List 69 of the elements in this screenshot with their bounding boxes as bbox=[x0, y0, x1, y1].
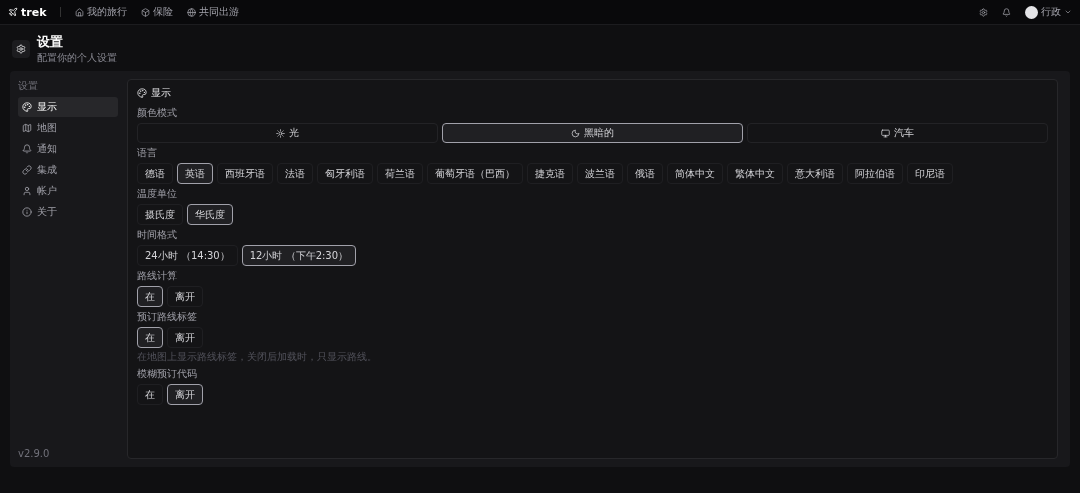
home-icon bbox=[75, 7, 85, 17]
option-button[interactable]: 荷兰语 bbox=[377, 163, 423, 184]
sun-icon bbox=[276, 128, 285, 138]
sidebar-item[interactable]: 地图 bbox=[18, 118, 118, 138]
mode-option[interactable]: 黑暗的 bbox=[442, 123, 743, 143]
card-title: 显示 bbox=[151, 86, 171, 100]
field-label: 时间格式 bbox=[137, 228, 178, 242]
brand-logo[interactable]: trek bbox=[8, 5, 47, 19]
field-label: 颜色模式 bbox=[137, 106, 178, 120]
nav-link[interactable]: 我的旅行 bbox=[75, 5, 128, 19]
option-button[interactable]: 意大利语 bbox=[787, 163, 843, 184]
palette-icon bbox=[137, 88, 147, 98]
page-title: 设置 bbox=[37, 33, 64, 51]
sidebar-item[interactable]: 帐户 bbox=[18, 181, 118, 201]
option-button[interactable]: 德语 bbox=[137, 163, 173, 184]
field-label: 预订路线标签 bbox=[137, 310, 198, 324]
sidebar-item[interactable]: 集成 bbox=[18, 160, 118, 180]
nav-link[interactable]: 保险 bbox=[141, 5, 174, 19]
settings-icon[interactable] bbox=[979, 7, 988, 17]
map-icon bbox=[22, 123, 32, 133]
version-text: v2.9.0 bbox=[18, 448, 51, 459]
option-button[interactable]: 在 bbox=[137, 384, 163, 405]
nav-link[interactable]: 共同出游 bbox=[187, 5, 240, 19]
option-button[interactable]: 法语 bbox=[277, 163, 313, 184]
field-label: 模糊预订代码 bbox=[137, 367, 198, 381]
option-button[interactable]: 英语 bbox=[177, 163, 213, 184]
bell-icon[interactable] bbox=[1002, 7, 1011, 17]
bell-icon bbox=[22, 144, 32, 154]
avatar-icon bbox=[1025, 5, 1038, 19]
option-button[interactable]: 印尼语 bbox=[907, 163, 953, 184]
option-button[interactable]: 繁体中文 bbox=[727, 163, 783, 184]
sidebar-item[interactable]: 通知 bbox=[18, 139, 118, 159]
option-button[interactable]: 离开 bbox=[167, 327, 203, 348]
sidebar-heading: 设置 bbox=[18, 79, 39, 93]
option-button[interactable]: 葡萄牙语（巴西） bbox=[427, 163, 523, 184]
settings-icon bbox=[12, 40, 30, 58]
option-button[interactable]: 12小时 （下午2:30） bbox=[241, 245, 357, 266]
user-menu[interactable]: 行政 bbox=[1025, 5, 1072, 19]
option-button[interactable]: 24小时 （14:30） bbox=[137, 245, 238, 266]
field-label: 语言 bbox=[137, 146, 158, 160]
moon-icon bbox=[571, 128, 580, 138]
info-icon bbox=[22, 207, 32, 217]
palette-icon bbox=[22, 102, 32, 112]
chevron-down-icon bbox=[1064, 8, 1072, 16]
option-button[interactable]: 西班牙语 bbox=[217, 163, 273, 184]
globe-icon bbox=[187, 7, 197, 17]
option-button[interactable]: 简体中文 bbox=[667, 163, 723, 184]
option-button[interactable]: 匈牙利语 bbox=[317, 163, 373, 184]
option-button[interactable]: 阿拉伯语 bbox=[847, 163, 903, 184]
option-button[interactable]: 离开 bbox=[167, 384, 203, 405]
option-button[interactable]: 在 bbox=[137, 327, 163, 348]
field-label: 温度单位 bbox=[137, 187, 178, 201]
monitor-icon bbox=[881, 128, 890, 138]
option-button[interactable]: 捷克语 bbox=[527, 163, 573, 184]
page-subtitle: 配置你的个人设置 bbox=[37, 51, 117, 65]
sidebar-item[interactable]: 显示 bbox=[18, 97, 118, 117]
option-button[interactable]: 华氏度 bbox=[187, 204, 233, 225]
field-label: 路线计算 bbox=[137, 269, 178, 283]
box-icon bbox=[141, 7, 151, 17]
option-button[interactable]: 波兰语 bbox=[577, 163, 623, 184]
option-button[interactable]: 在 bbox=[137, 286, 163, 307]
option-button[interactable]: 摄氏度 bbox=[137, 204, 183, 225]
mode-option[interactable]: 光 bbox=[137, 123, 438, 143]
option-button[interactable]: 俄语 bbox=[627, 163, 663, 184]
user-icon bbox=[22, 186, 32, 196]
option-button[interactable]: 离开 bbox=[167, 286, 203, 307]
sidebar-item[interactable]: 关于 bbox=[18, 202, 118, 222]
mode-option[interactable]: 汽车 bbox=[747, 123, 1048, 143]
link-icon bbox=[22, 165, 32, 175]
